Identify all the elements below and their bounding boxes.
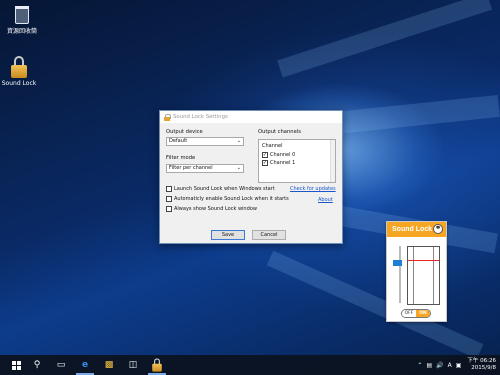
save-button[interactable]: Save (211, 230, 245, 240)
sound-lock-widget: Sound Lock ⚭ OFF ON (386, 221, 447, 322)
sound-lock-toggle[interactable]: OFF ON (401, 309, 431, 318)
padlock-icon (152, 358, 163, 372)
filter-mode-select[interactable]: Filter per channel ⌄ (166, 164, 244, 173)
system-tray: ⌃ ▤ 🔊 A ▣ 下午 06:26 2015/9/8 (415, 356, 496, 374)
volume-limit-line[interactable] (408, 260, 439, 261)
task-view-button[interactable]: ▭ (49, 355, 73, 375)
list-item-channel-1[interactable]: ✓ Channel 1 (262, 160, 295, 166)
window-title: Sound Lock Settings (173, 114, 228, 120)
speaker-icon[interactable]: 🔊 (436, 362, 443, 369)
desktop-icon-sound-lock[interactable]: Sound Lock (0, 56, 44, 87)
edge-icon: e (81, 360, 89, 370)
chevron-down-icon: ⌄ (236, 165, 241, 171)
launch-on-start-checkbox[interactable] (166, 186, 172, 192)
channel-1-checkbox[interactable]: ✓ (262, 160, 268, 166)
desktop-icon-recycle-bin[interactable]: 資源回收筒 (0, 6, 47, 35)
ime-indicator[interactable]: A (448, 362, 452, 369)
toggle-on-label: ON (416, 310, 430, 317)
list-item-channel-0[interactable]: ✓ Channel 0 (262, 152, 295, 158)
notification-icon[interactable]: ▣ (456, 362, 462, 369)
search-button[interactable]: ⚲ (25, 355, 49, 375)
channels-list-scrollbar[interactable] (330, 140, 335, 182)
taskbar: ⚲ ▭ e ▩ ◫ ⌃ ▤ 🔊 A ▣ 下午 06:26 2015/9/8 (0, 355, 500, 375)
clock-time: 下午 06:26 (467, 358, 496, 364)
widget-title: Sound Lock (392, 226, 433, 233)
channel-0-label: Channel 0 (270, 152, 296, 158)
auto-enable-label: Automaticly enable Sound Lock when it st… (174, 196, 289, 202)
option-auto-enable[interactable]: Automaticly enable Sound Lock when it st… (166, 196, 289, 202)
output-device-select[interactable]: Default ⌄ (166, 137, 244, 146)
channel-1-label: Channel 1 (270, 160, 296, 166)
chevron-up-icon[interactable]: ⌃ (417, 362, 422, 369)
file-explorer-icon: ▩ (104, 360, 114, 370)
network-icon[interactable]: ▤ (426, 362, 432, 369)
launch-on-start-label: Launch Sound Lock when Windows start (174, 186, 275, 192)
volume-slider-track[interactable] (399, 246, 401, 303)
settings-window: Sound Lock Settings Output device Defaul… (159, 110, 343, 244)
taskbar-store[interactable]: ◫ (121, 355, 145, 375)
wallpaper-beam (277, 0, 493, 78)
chevron-down-icon: ⌄ (236, 138, 241, 144)
search-icon: ⚲ (33, 360, 41, 370)
padlock-icon (10, 56, 28, 78)
volume-meter-bar (413, 247, 434, 304)
filter-mode-label: Filter mode (166, 155, 196, 161)
taskbar-sound-lock[interactable] (145, 355, 169, 375)
output-channels-label: Output channels (258, 129, 301, 135)
always-show-checkbox[interactable] (166, 206, 172, 212)
link-icon[interactable]: ⚭ (433, 224, 443, 234)
taskbar-clock[interactable]: 下午 06:26 2015/9/8 (467, 358, 496, 372)
windows-logo-icon (11, 360, 21, 370)
channels-list-header: Channel (262, 143, 283, 149)
recycle-bin-icon (15, 6, 29, 24)
task-view-icon: ▭ (56, 360, 66, 370)
volume-meter[interactable] (407, 246, 440, 305)
auto-enable-checkbox[interactable] (166, 196, 172, 202)
cancel-button[interactable]: Cancel (252, 230, 286, 240)
store-icon: ◫ (128, 360, 138, 370)
clock-date: 2015/9/8 (471, 365, 496, 371)
option-launch-on-start[interactable]: Launch Sound Lock when Windows start (166, 186, 275, 192)
filter-mode-value: Filter per channel (169, 165, 213, 171)
output-device-label: Output device (166, 129, 203, 135)
desktop-icon-label: Sound Lock (1, 80, 37, 87)
wallpaper-beam (266, 250, 484, 359)
channels-list[interactable]: Channel ✓ Channel 0 ✓ Channel 1 (258, 139, 336, 183)
desktop-icon-label: 資源回收筒 (6, 28, 37, 35)
taskbar-file-explorer[interactable]: ▩ (97, 355, 121, 375)
output-device-value: Default (169, 138, 188, 144)
taskbar-edge[interactable]: e (73, 355, 97, 375)
padlock-icon (164, 113, 171, 121)
always-show-label: Always show Sound Lock window (174, 206, 257, 212)
toggle-off-label: OFF (402, 310, 416, 317)
window-titlebar[interactable]: Sound Lock Settings (160, 111, 342, 123)
option-always-show[interactable]: Always show Sound Lock window (166, 206, 257, 212)
check-for-updates-link[interactable]: Check for updates (290, 186, 336, 192)
widget-header: Sound Lock ⚭ (387, 222, 446, 237)
about-link[interactable]: About (318, 197, 333, 203)
volume-slider-thumb[interactable] (393, 260, 402, 266)
channel-0-checkbox[interactable]: ✓ (262, 152, 268, 158)
